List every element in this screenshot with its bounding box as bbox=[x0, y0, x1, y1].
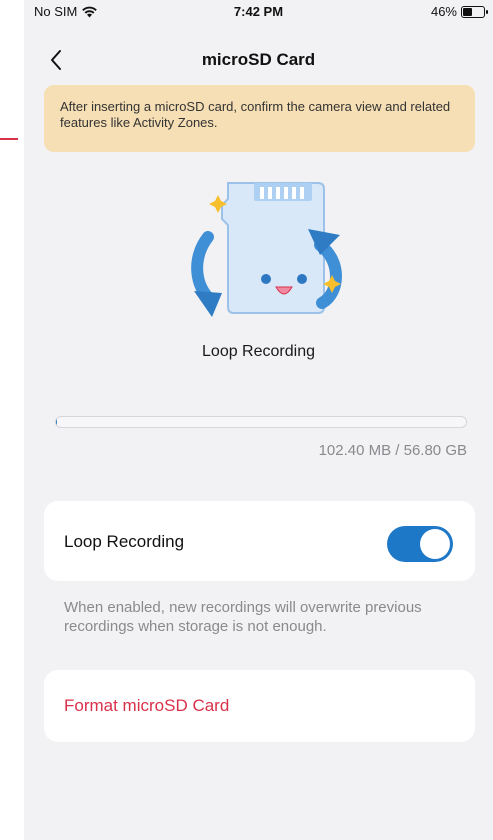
sd-card-loop-icon bbox=[182, 175, 344, 325]
format-sd-card-button[interactable]: Format microSD Card bbox=[44, 670, 475, 742]
loop-recording-hint: When enabled, new recordings will overwr… bbox=[64, 599, 422, 635]
battery-icon bbox=[461, 5, 488, 18]
status-time: 7:42 PM bbox=[233, 4, 284, 19]
loop-recording-label: Loop Recording bbox=[64, 532, 185, 551]
status-bar: No SIM 7:42 PM 46% bbox=[24, 0, 493, 22]
loop-recording-card: Loop Recording bbox=[44, 501, 475, 581]
page-title: microSD Card bbox=[201, 50, 316, 69]
nav-bar: microSD Card bbox=[24, 40, 493, 80]
battery-percent: 46% bbox=[430, 4, 457, 19]
toggle-knob bbox=[420, 529, 450, 559]
loop-recording-toggle[interactable] bbox=[387, 526, 453, 562]
illustration-label: Loop Recording bbox=[202, 343, 315, 360]
format-sd-card-label: Format microSD Card bbox=[64, 696, 230, 715]
storage-usage-text: 102.40 MB / 56.80 GB bbox=[318, 442, 467, 459]
storage-progress-fill bbox=[56, 417, 57, 427]
edge-accent-line bbox=[0, 138, 18, 140]
info-banner: After inserting a microSD card, confirm … bbox=[44, 85, 475, 152]
storage-progress-bar bbox=[55, 416, 467, 428]
status-battery: 46% bbox=[430, 4, 488, 19]
phone-screen: No SIM 7:42 PM 46% microSD Card After in… bbox=[24, 0, 493, 840]
